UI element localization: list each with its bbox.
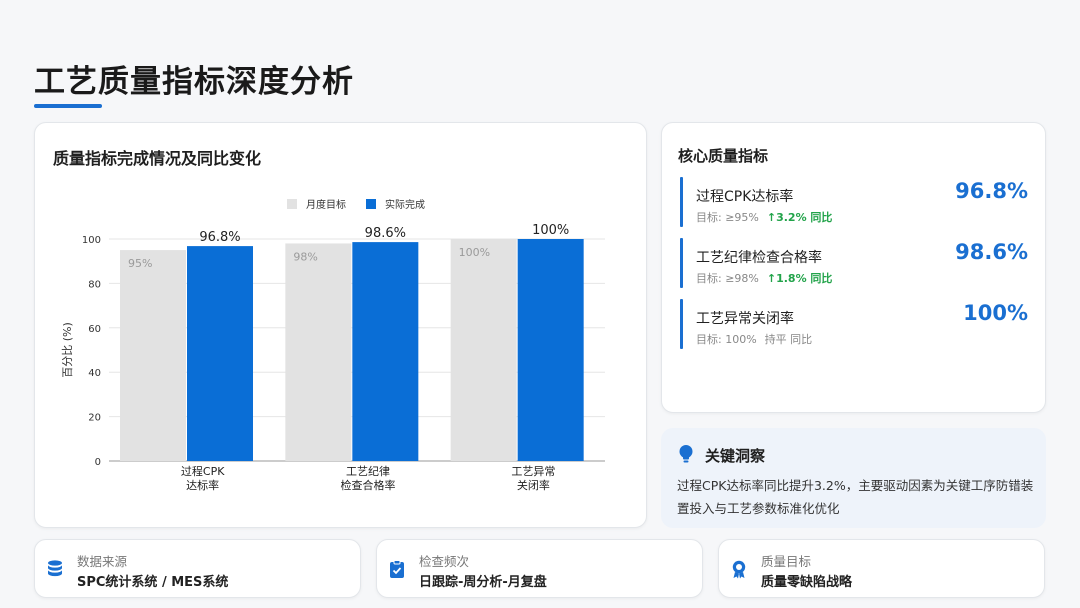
footer-label: 质量目标 <box>761 554 812 569</box>
target-bar <box>120 250 186 461</box>
insight-text: 过程CPK达标率同比提升3.2%，主要驱动因素为关键工序防错装置投入与工艺参数标… <box>677 478 1034 516</box>
kpi-accent-bar <box>680 177 683 227</box>
footer-card-quality-goal: 质量目标 质量零缺陷战略 <box>718 539 1045 598</box>
y-tick-label: 100 <box>82 235 101 246</box>
kpi-target: 目标: ≥95% <box>696 211 759 224</box>
kpi-change: ↑1.8% 同比 <box>766 272 833 285</box>
actual-data-label: 96.8% <box>199 230 240 245</box>
y-tick-label: 0 <box>95 457 101 468</box>
x-tick-label: 工艺纪律 <box>346 465 390 478</box>
kpi-value: 96.8% <box>955 179 1028 203</box>
footer-label: 检查频次 <box>419 554 470 569</box>
kpi-change: ↑3.2% 同比 <box>766 211 833 224</box>
kpi-sub: 目标: 100% 持平 同比 <box>696 331 812 347</box>
legend-label: 实际完成 <box>385 198 425 211</box>
lightbulb-icon <box>679 445 693 463</box>
y-axis-label: 百分比 (%) <box>61 322 74 378</box>
bar-chart: 0 20 40 60 80 100 百分比 (%) 95% 96.8% 过程CPK达标率 98% 98… <box>61 198 605 492</box>
target-bar <box>285 243 352 461</box>
y-tick-label: 40 <box>88 368 101 379</box>
kpi-card-title: 核心质量指标 <box>678 147 769 165</box>
kpi-sub: 目标: ≥98% ↑1.8% 同比 <box>696 270 832 286</box>
kpi-target: 目标: ≥98% <box>696 272 759 285</box>
legend-swatch <box>287 199 297 209</box>
footer-value: 日跟踪-周分析-月复盘 <box>419 575 547 590</box>
kpi-card: 核心质量指标 过程CPK达标率 96.8% 目标: ≥95% ↑3.2% 同比 工… <box>661 122 1046 413</box>
y-tick-label: 80 <box>88 279 101 290</box>
kpi-item-discipline: 工艺纪律检查合格率 98.6% 目标: ≥98% ↑1.8% 同比 <box>680 238 1036 288</box>
actual-data-label: 98.6% <box>365 226 406 241</box>
target-data-label: 98% <box>293 250 317 263</box>
x-tick-label: 检查合格率 <box>341 478 396 492</box>
database-icon <box>48 560 62 577</box>
kpi-item-closure: 工艺异常关闭率 100% 目标: 100% 持平 同比 <box>680 299 1036 349</box>
target-data-label: 100% <box>459 246 490 259</box>
insight-title: 关键洞察 <box>705 447 766 465</box>
kpi-value: 100% <box>963 301 1028 325</box>
y-tick-label: 60 <box>88 324 101 335</box>
footer-value: SPC统计系统 / MES系统 <box>77 575 229 590</box>
kpi-name: 工艺异常关闭率 <box>696 311 794 327</box>
kpi-accent-bar <box>680 238 683 288</box>
footer-card-data-source: 数据来源 SPC统计系统 / MES系统 <box>34 539 361 598</box>
x-tick-label: 达标率 <box>186 478 219 492</box>
legend-swatch <box>366 199 376 209</box>
kpi-target: 目标: 100% <box>696 333 757 346</box>
kpi-value: 98.6% <box>955 240 1028 264</box>
target-data-label: 95% <box>128 257 152 270</box>
actual-bar <box>517 239 584 461</box>
award-icon <box>732 560 746 579</box>
x-tick-label: 工艺异常 <box>511 465 555 478</box>
footer-card-frequency: 检查频次 日跟踪-周分析-月复盘 <box>376 539 703 598</box>
legend-label: 月度目标 <box>306 198 346 211</box>
kpi-accent-bar <box>680 299 683 349</box>
insight-card: 关键洞察 过程CPK达标率同比提升3.2%，主要驱动因素为关键工序防错装置投入与… <box>661 428 1046 528</box>
x-tick-label: 关闭率 <box>517 478 550 492</box>
footer-label: 数据来源 <box>77 554 128 569</box>
footer-value: 质量零缺陷战略 <box>761 575 853 590</box>
kpi-sub: 目标: ≥95% ↑3.2% 同比 <box>696 209 832 225</box>
page-title: 工艺质量指标深度分析 <box>34 64 354 100</box>
x-tick-label: 过程CPK <box>181 465 225 478</box>
actual-bar <box>352 242 419 461</box>
actual-bar <box>187 246 253 461</box>
y-tick-label: 20 <box>88 413 101 424</box>
actual-data-label: 100% <box>532 223 569 238</box>
chart-card: 质量指标完成情况及同比变化 0 20 40 60 80 100 百分比 (%) 95% 96.8… <box>34 122 647 528</box>
title-underline <box>34 104 102 108</box>
kpi-name: 过程CPK达标率 <box>696 189 794 205</box>
clipboard-check-icon <box>390 560 404 578</box>
target-bar <box>450 239 517 461</box>
kpi-item-cpk: 过程CPK达标率 96.8% 目标: ≥95% ↑3.2% 同比 <box>680 177 1036 227</box>
kpi-change: 持平 同比 <box>764 333 813 346</box>
kpi-name: 工艺纪律检查合格率 <box>696 250 822 266</box>
